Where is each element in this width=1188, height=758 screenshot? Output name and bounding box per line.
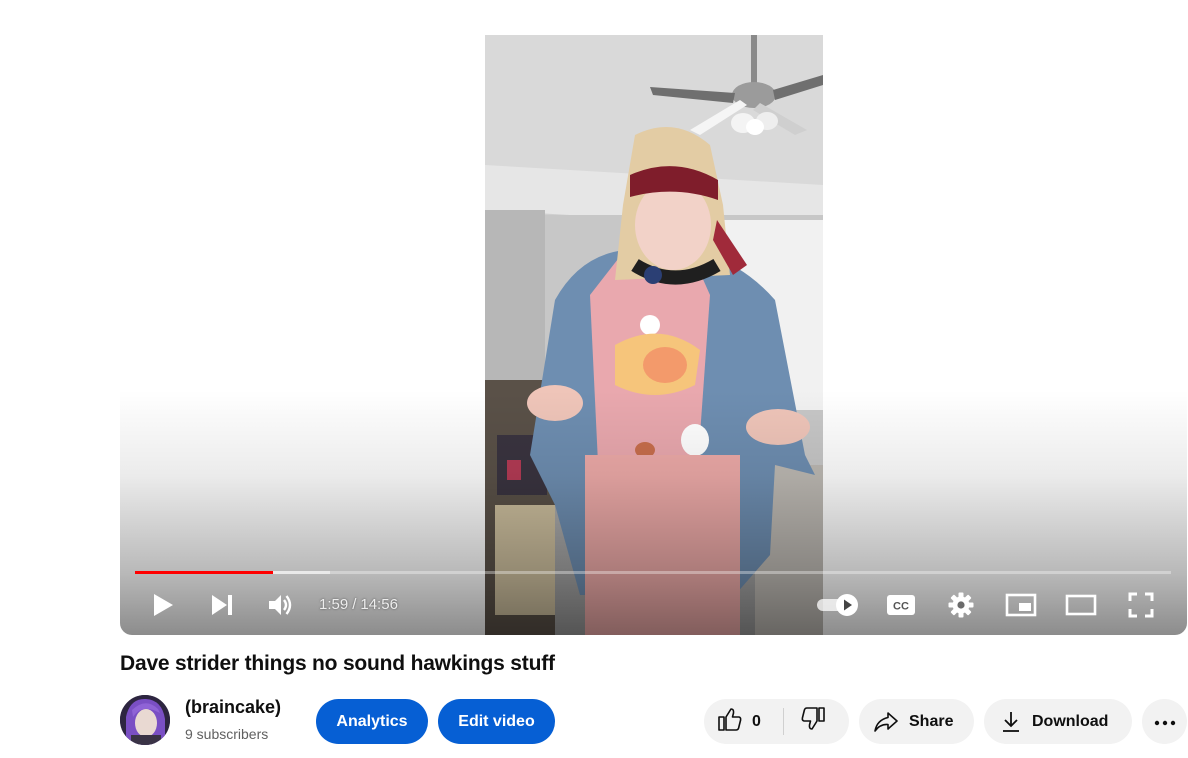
- analytics-button[interactable]: Analytics: [316, 699, 428, 744]
- miniplayer-icon: [1005, 593, 1037, 617]
- volume-icon: [268, 593, 294, 617]
- video-title: Dave strider things no sound hawkings st…: [120, 652, 555, 675]
- download-button[interactable]: Download: [984, 699, 1132, 744]
- current-time: 1:59: [319, 596, 349, 613]
- download-label: Download: [1032, 712, 1109, 730]
- more-horizontal-icon: [1154, 713, 1176, 731]
- more-actions-button[interactable]: [1142, 699, 1187, 744]
- gear-icon: [948, 592, 974, 618]
- download-icon: [1000, 710, 1022, 734]
- next-button[interactable]: [203, 587, 241, 623]
- like-button[interactable]: 0: [704, 699, 784, 744]
- play-button[interactable]: [144, 587, 182, 623]
- settings-button[interactable]: [942, 587, 980, 623]
- fullscreen-button[interactable]: [1122, 587, 1160, 623]
- like-dislike-group: 0: [704, 699, 849, 744]
- video-still-image: [485, 35, 823, 635]
- duration: 14:56: [360, 596, 398, 613]
- progress-played: [135, 571, 273, 574]
- time-separator: /: [352, 596, 357, 613]
- volume-button[interactable]: [262, 587, 300, 623]
- edit-video-button[interactable]: Edit video: [438, 699, 555, 744]
- share-label: Share: [909, 712, 954, 730]
- theater-mode-icon: [1065, 594, 1097, 616]
- edit-video-label: Edit video: [458, 712, 535, 730]
- share-icon: [873, 711, 899, 733]
- avatar-image: [120, 695, 170, 745]
- play-icon: [152, 593, 174, 617]
- channel-avatar[interactable]: [120, 695, 170, 745]
- share-button[interactable]: Share: [859, 699, 974, 744]
- like-count: 0: [752, 712, 761, 730]
- time-display: 1:59/14:56: [319, 593, 398, 617]
- captions-button[interactable]: CC: [882, 587, 920, 623]
- progress-bar[interactable]: [135, 571, 1171, 574]
- subscriber-count: 9 subscribers: [185, 726, 269, 742]
- fullscreen-icon: [1128, 592, 1154, 618]
- watch-page: 1:59/14:56 CC Dave strider things no sou…: [0, 0, 1188, 758]
- video-player[interactable]: 1:59/14:56 CC: [120, 35, 1187, 635]
- svg-text:CC: CC: [893, 601, 909, 613]
- theater-mode-button[interactable]: [1062, 587, 1100, 623]
- autoplay-toggle[interactable]: [814, 587, 862, 623]
- video-frame[interactable]: [485, 35, 823, 635]
- thumbs-down-icon: [784, 706, 826, 737]
- thumbs-up-icon: [704, 706, 743, 737]
- cc-icon: CC: [886, 594, 916, 616]
- autoplay-toggle-icon: [815, 593, 861, 617]
- analytics-label: Analytics: [336, 712, 408, 730]
- dislike-button[interactable]: [784, 699, 849, 744]
- channel-name[interactable]: (braincake): [185, 697, 281, 718]
- next-icon: [210, 594, 234, 616]
- miniplayer-button[interactable]: [1002, 587, 1040, 623]
